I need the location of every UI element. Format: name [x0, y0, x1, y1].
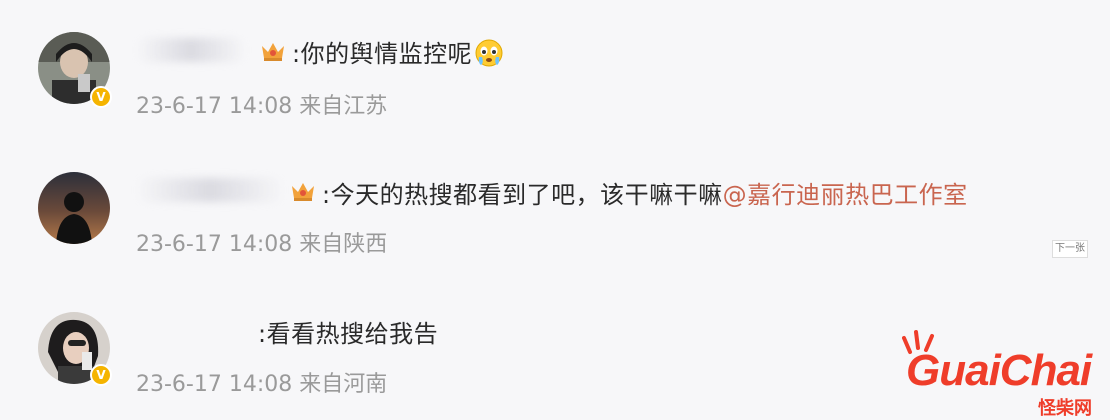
- username-blurred[interactable]: [136, 178, 284, 202]
- logo-subtitle: 怪柴网: [1038, 398, 1092, 419]
- logo-word: GuaiChai: [906, 346, 1092, 395]
- verified-badge-icon: V: [90, 364, 112, 386]
- comment-text: :今天的热搜都看到了吧，该干嘛干嘛@嘉行迪丽热巴工作室: [322, 181, 968, 209]
- watermark-logo: GuaiChai 怪柴网: [898, 330, 1108, 419]
- next-button[interactable]: 下一张: [1052, 240, 1088, 258]
- comment-text: :看看热搜给我告: [258, 320, 439, 348]
- comment-meta: 23-6-17 14:08 来自陕西: [136, 232, 388, 257]
- comment-meta: 23-6-17 14:08 来自河南: [136, 372, 388, 397]
- crown-icon: [292, 183, 314, 201]
- comment-item: V :看看热搜给我告 23-6-17 14:08 来自河南: [0, 0, 1110, 397]
- mention-link[interactable]: @嘉行迪丽热巴工作室: [723, 181, 968, 209]
- comment-feed: { "comments": [ { "text": ":你的舆情监控呢", "e…: [0, 0, 1110, 419]
- user-avatar[interactable]: [38, 172, 110, 244]
